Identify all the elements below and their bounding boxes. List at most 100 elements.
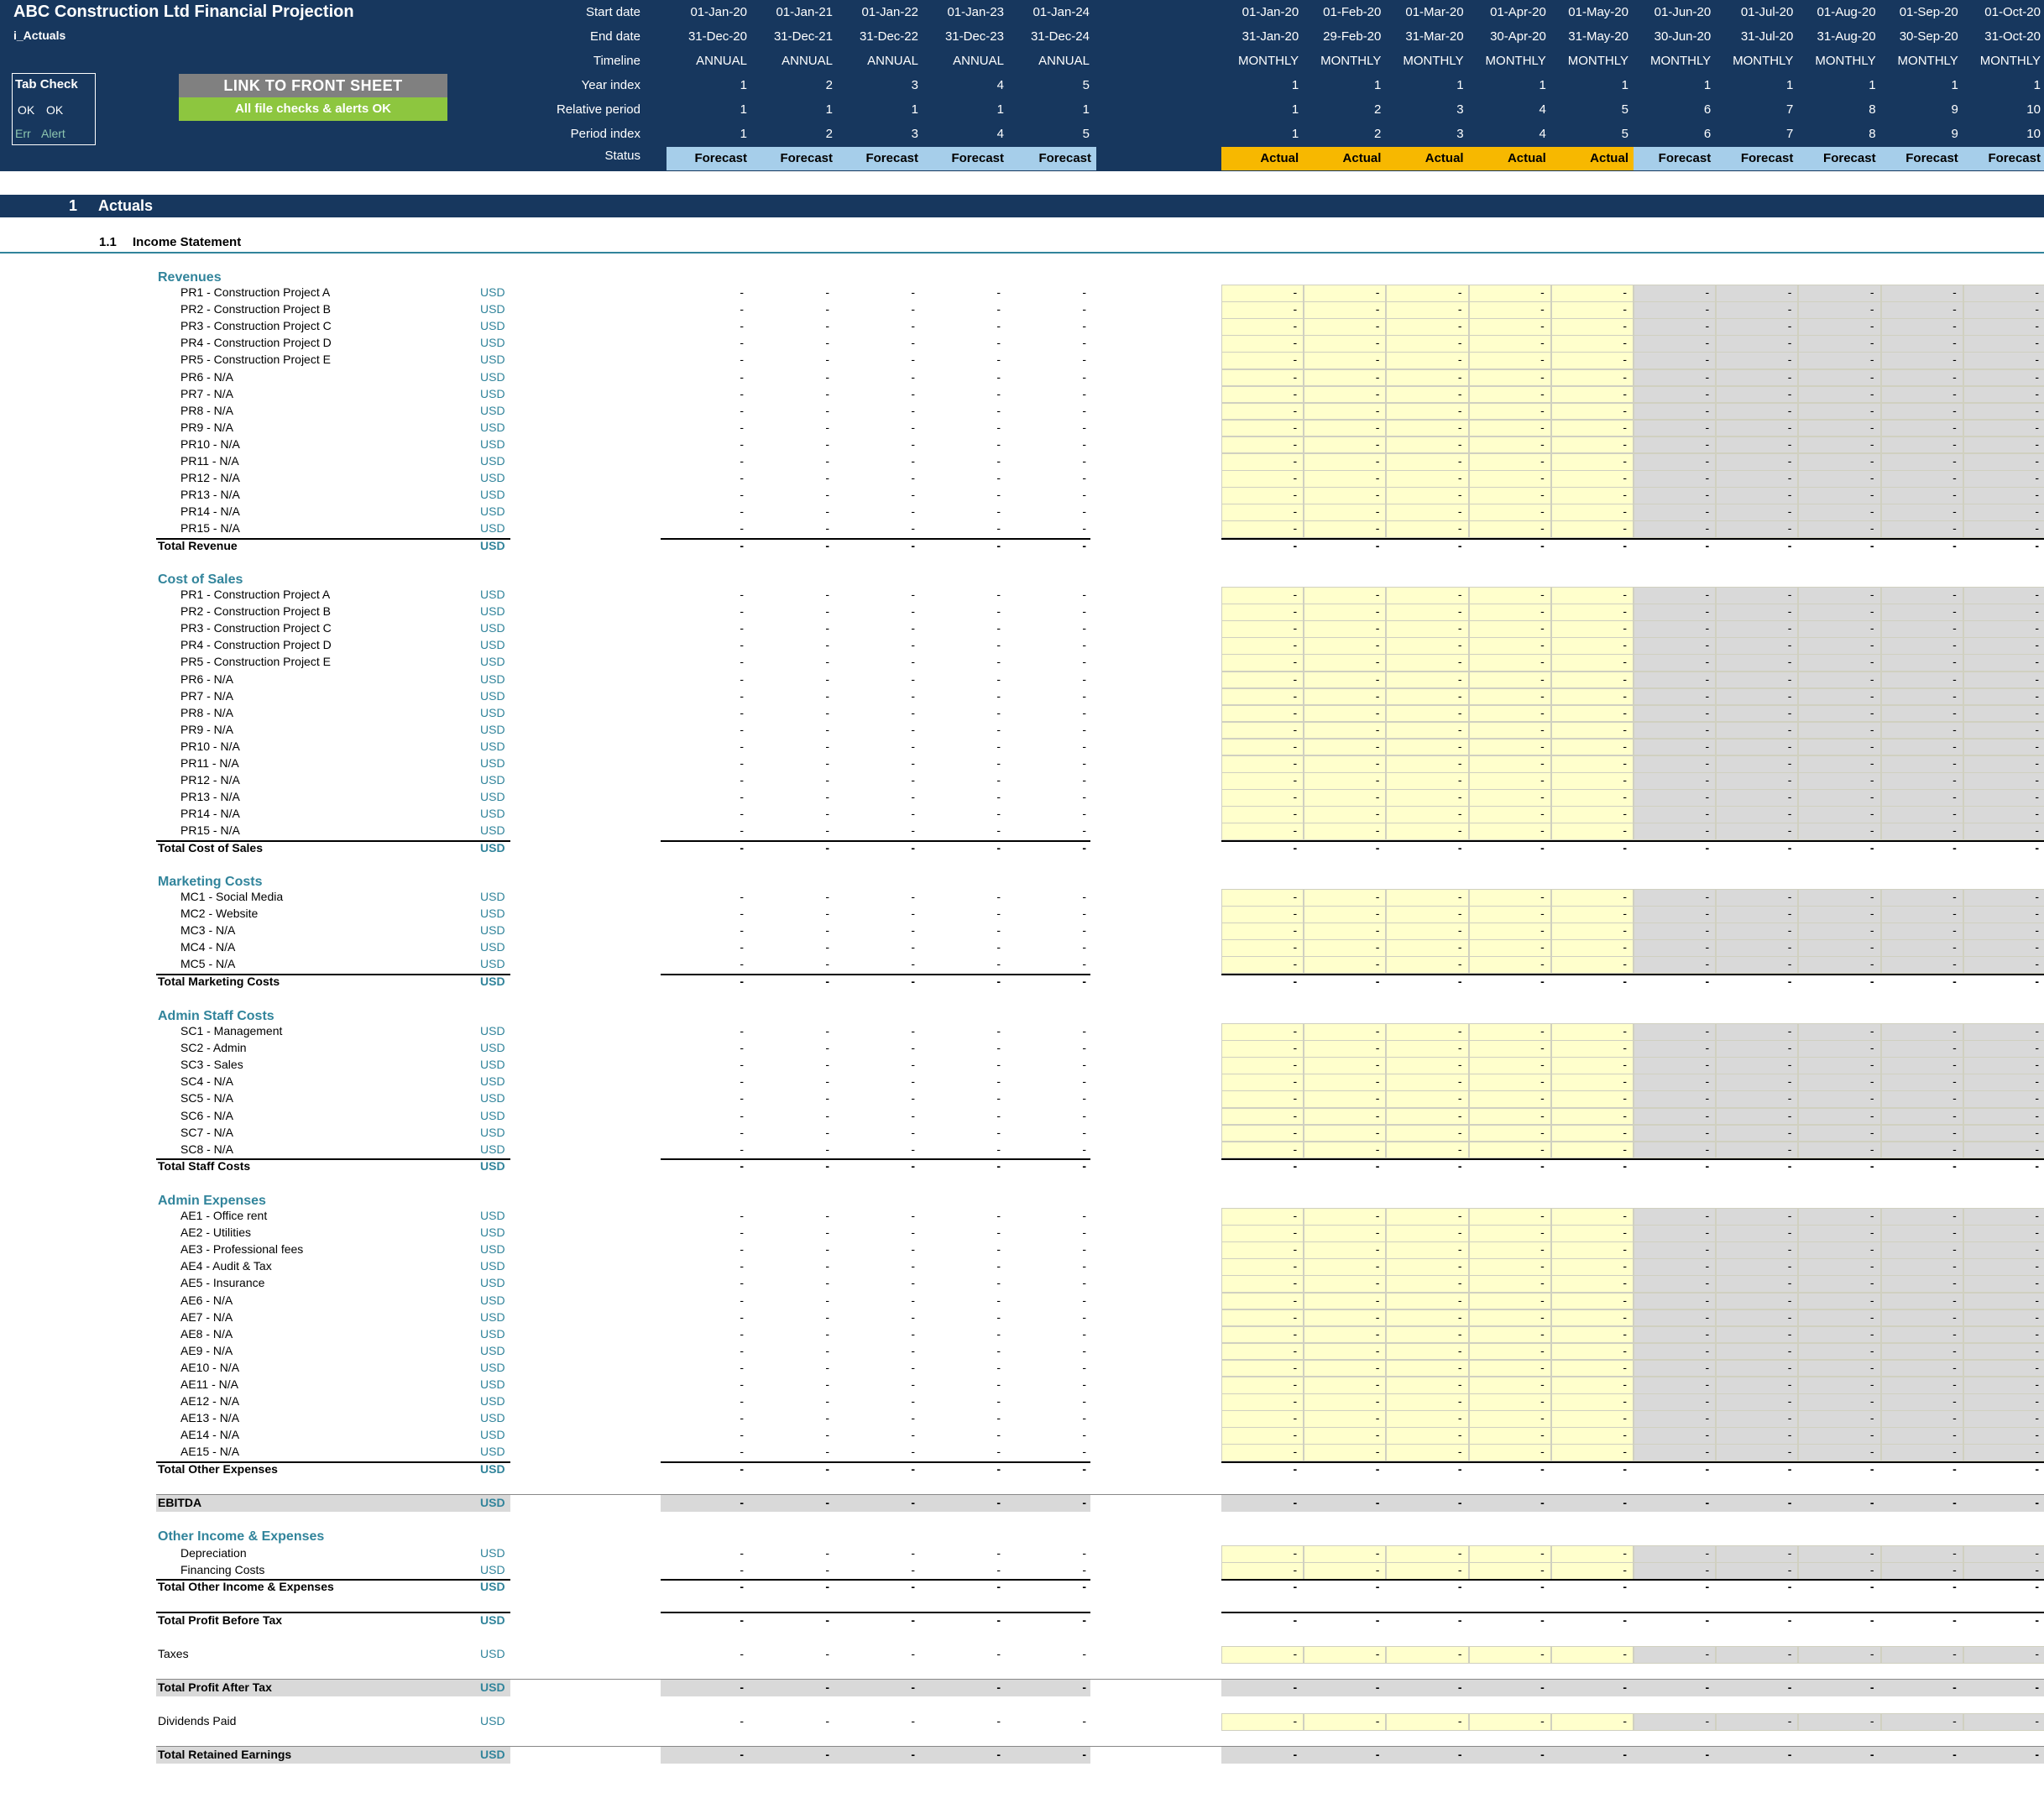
group-3-item-2-annual-2: - [911,1058,915,1072]
profit-after-tax-monthly-2: - [1457,1680,1462,1694]
group-4-total-label: Total Other Expenses [158,1461,278,1476]
group-0-item-9-annual-1: - [825,436,829,451]
group-3-item-4-annual-2: - [911,1091,915,1105]
group-1-item-3-monthly-0: - [1293,638,1298,652]
group-2-item-3-monthly-3: - [1540,940,1545,954]
group-4-item-9-monthly-3: - [1540,1360,1545,1374]
group-2-item-1-label: MC2 - Website [180,907,259,921]
other-item-0-monthly-2: - [1457,1546,1462,1560]
group-0-item-6-monthly-4: - [1623,386,1627,400]
group-1-item-12-monthly-1: - [1375,790,1380,804]
profit-before-tax-monthly-0: - [1293,1613,1298,1627]
dividends-monthly-2: - [1457,1714,1462,1727]
status-monthly-3: Actual [1468,147,1551,170]
group-3-item-1-monthly-4: - [1623,1041,1627,1055]
group-3-total-monthly-4: - [1623,1158,1627,1173]
group-4-item-8-monthly-7: - [1869,1343,1874,1357]
group-0-item-1-monthly-7: - [1869,302,1874,316]
group-4-item-9-annual-1: - [825,1360,829,1374]
group-2-item-1-annual-0: - [740,907,744,921]
group-0-item-10-unit: USD [480,454,505,468]
group-0-total-annual-0: - [740,538,744,552]
group-4-item-2-annual-0: - [740,1242,744,1257]
taxes-label: Taxes [158,1647,189,1660]
annual-4-row-2: ANNUAL [1038,54,1090,68]
dividends-monthly-5: - [1705,1714,1710,1727]
group-0-item-4-unit: USD [480,353,505,367]
group-4-item-10-annual-2: - [911,1377,915,1391]
group-1-item-6-monthly-6: - [1787,688,1792,703]
group-1-item-0-monthly-9: - [2035,588,2039,601]
group-3-item-6-monthly-8: - [1953,1125,1957,1139]
dividends-annual-2: - [911,1714,915,1727]
group-0-item-12-monthly-3: - [1540,488,1545,502]
group-4-item-2-annual-1: - [825,1242,829,1257]
group-0-item-4-annual-3: - [996,353,1001,367]
other-item-1-monthly-1: - [1375,1563,1380,1577]
group-3-total-annual-3: - [996,1158,1001,1173]
group-2-item-0-annual-2: - [911,890,915,903]
group-4-item-2-monthly-4: - [1623,1242,1627,1257]
group-4-item-4-annual-4: - [1082,1276,1086,1290]
group-4-item-6-annual-0: - [740,1309,744,1324]
group-0-item-1-annual-1: - [825,302,829,316]
group-4-item-8-annual-2: - [911,1343,915,1357]
group-1-item-1-annual-2: - [911,604,915,619]
group-4-item-2-monthly-3: - [1540,1242,1545,1257]
group-1-total-annual-0: - [740,840,744,855]
group-4-item-13-monthly-5: - [1705,1428,1710,1442]
group-3-item-5-monthly-9: - [2035,1108,2039,1122]
group-0-item-13-monthly-7: - [1869,504,1874,519]
group-1-item-13-annual-1: - [825,807,829,821]
total-rule-monthly [1221,973,2044,975]
group-1-item-8-monthly-9: - [2035,722,2039,736]
group-2-total-monthly-6: - [1787,974,1792,988]
group-2-item-3-monthly-4: - [1623,940,1627,954]
group-title-0: Revenues [158,270,222,285]
group-1-total-monthly-8: - [1953,840,1957,855]
group-1-item-2-annual-0: - [740,621,744,635]
profit-before-tax-annual-1: - [825,1613,829,1627]
group-3-item-6-monthly-7: - [1869,1125,1874,1139]
total-rule-monthly [1221,839,2044,842]
group-1-item-7-unit: USD [480,705,505,719]
other-total-annual-1: - [825,1580,829,1593]
group-1-item-11-annual-4: - [1082,773,1086,787]
link-to-front-sheet-button[interactable]: LINK TO FRONT SHEET [179,74,447,97]
group-4-item-13-monthly-6: - [1787,1428,1792,1442]
group-1-item-9-monthly-6: - [1787,739,1792,753]
group-0-item-12-label: PR13 - N/A [180,488,240,502]
group-0-item-5-monthly-8: - [1953,369,1957,384]
group-0-item-2-monthly-1: - [1375,319,1380,333]
group-4-item-9-annual-3: - [996,1360,1001,1374]
group-0-item-8-monthly-8: - [1953,420,1957,434]
group-4-total-monthly-7: - [1869,1461,1874,1476]
group-3-item-5-label: SC6 - N/A [180,1108,234,1122]
group-0-item-5-monthly-7: - [1869,369,1874,384]
subsection-title: Income Statement [133,235,242,249]
group-4-item-5-label: AE6 - N/A [180,1293,233,1307]
group-4-item-9-monthly-1: - [1375,1360,1380,1374]
group-3-item-6-unit: USD [480,1125,505,1139]
group-0-item-5-annual-4: - [1082,369,1086,384]
group-0-item-3-monthly-6: - [1787,336,1792,350]
other-total-annual-3: - [996,1580,1001,1593]
group-4-item-2-annual-2: - [911,1242,915,1257]
total-rule-monthly [1221,1579,2044,1581]
group-0-item-11-monthly-1: - [1375,471,1380,485]
group-4-item-5-monthly-9: - [2035,1293,2039,1307]
group-0-item-1-monthly-8: - [1953,302,1957,316]
group-1-item-12-annual-4: - [1082,790,1086,804]
group-1-item-1-monthly-9: - [2035,604,2039,619]
group-3-item-0-label: SC1 - Management [180,1024,283,1038]
group-4-item-10-label: AE11 - N/A [180,1377,238,1391]
other-item-0-annual-3: - [996,1546,1001,1560]
group-4-item-6-monthly-7: - [1869,1309,1874,1324]
taxes-annual-2: - [911,1647,915,1660]
group-4-item-11-monthly-9: - [2035,1394,2039,1409]
group-2-item-3-monthly-9: - [2035,940,2039,954]
group-3-item-2-annual-4: - [1082,1058,1086,1072]
taxes-monthly-5: - [1705,1647,1710,1660]
group-0-total-monthly-0: - [1293,538,1298,552]
ebitda-unit: USD [480,1496,505,1509]
